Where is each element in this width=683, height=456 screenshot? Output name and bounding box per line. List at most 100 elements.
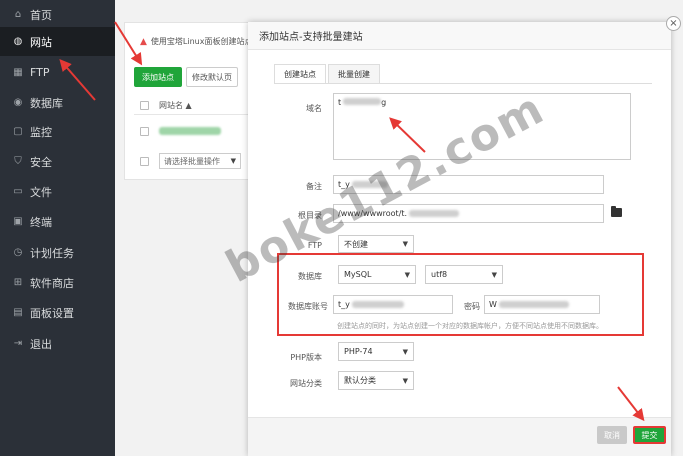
ftp-select[interactable]: 不创建 ▼ <box>338 235 414 253</box>
batch-select[interactable]: 请选择批量操作 ▼ <box>159 153 241 169</box>
redacted-site-name <box>159 127 221 135</box>
folder-icon: ▭ <box>13 186 23 197</box>
sidebar-item-label: 数据库 <box>30 96 63 110</box>
tab-create-site[interactable]: 创建站点 <box>274 64 326 84</box>
warning-text: 使用宝塔Linux面板创建站点 <box>150 37 252 46</box>
sidebar-item-database[interactable]: ◉ 数据库 <box>0 88 115 117</box>
category-select[interactable]: 默认分类 ▼ <box>338 371 414 390</box>
sidebar-item-label: 面板设置 <box>30 306 74 320</box>
monitor-icon: ▢ <box>13 126 23 137</box>
ftp-select-value: 不创建 <box>344 239 368 249</box>
database-charset-value: utf8 <box>431 270 448 279</box>
sidebar-item-label: 监控 <box>30 125 52 139</box>
row-checkbox[interactable] <box>140 126 149 136</box>
database-password-input[interactable]: W <box>484 295 600 314</box>
folder-open-icon[interactable] <box>611 206 622 217</box>
domain-textarea[interactable]: tg <box>333 93 631 160</box>
sidebar-item-logout[interactable]: ⇥ 退出 <box>0 329 115 358</box>
database-hint: 创建站点的同时，为站点创建一个对应的数据库帐户，方便不同站点使用不同数据库。 <box>337 322 603 330</box>
sidebar-item-store[interactable]: ⊞ 软件商店 <box>0 268 115 297</box>
php-version-value: PHP-74 <box>344 347 373 356</box>
sidebar-item-label: FTP <box>30 66 50 79</box>
logout-icon: ⇥ <box>13 338 23 349</box>
default-page-button[interactable]: 修改默认页 <box>186 67 238 87</box>
remark-label: 备注 <box>306 182 322 191</box>
remark-value: t_y <box>338 180 350 189</box>
database-type-value: MySQL <box>344 270 372 279</box>
sidebar-item-home[interactable]: ⌂ 首页 <box>0 0 115 29</box>
sidebar-item-ftp[interactable]: ▦ FTP <box>0 58 115 87</box>
category-value: 默认分类 <box>344 376 376 385</box>
batch-actions: 请选择批量操作 ▼ <box>134 152 248 170</box>
redacted-db-user <box>351 301 404 308</box>
sidebar-item-label: 文件 <box>30 185 52 199</box>
modal-title: 添加站点-支持批量建站 <box>259 32 363 43</box>
sidebar: ⌂ 首页 ◍ 网站 ▦ FTP ◉ 数据库 ▢ 监控 ⛉ 安全 ▭ 文件 ▣ 终… <box>0 0 115 456</box>
database-charset-select[interactable]: utf8 ▼ <box>425 265 503 284</box>
redacted-remark <box>351 181 388 188</box>
php-version-select[interactable]: PHP-74 ▼ <box>338 342 414 361</box>
root-dir-value: /www/wwwroot/t. <box>338 209 408 218</box>
chevron-down-icon: ▼ <box>491 270 497 279</box>
database-user-label: 数据库账号 <box>288 302 328 311</box>
sidebar-item-label: 首页 <box>30 8 52 22</box>
domain-value-end: g <box>381 98 387 107</box>
grid-icon: ⊞ <box>13 277 23 288</box>
clock-icon: ◷ <box>13 247 23 258</box>
tabs-divider <box>274 83 652 84</box>
terminal-icon: ▣ <box>13 216 23 227</box>
chevron-down-icon: ▼ <box>402 376 408 385</box>
close-icon[interactable]: × <box>666 16 681 31</box>
sidebar-item-label: 退出 <box>30 337 52 351</box>
redacted-root <box>409 210 460 217</box>
warning-icon: ▲ <box>140 36 147 47</box>
chevron-down-icon: ▼ <box>404 270 410 279</box>
remark-input[interactable]: t_y <box>333 175 604 194</box>
sidebar-item-settings[interactable]: ▤ 面板设置 <box>0 298 115 327</box>
sidebar-item-label: 安全 <box>30 155 52 169</box>
database-user-value: t_y <box>338 300 350 309</box>
warning-banner: ▲ 使用宝塔Linux面板创建站点 <box>140 36 252 47</box>
database-password-value: W <box>489 300 497 309</box>
shield-icon: ⛉ <box>14 156 22 167</box>
sidebar-item-label: 软件商店 <box>30 276 74 290</box>
add-site-button[interactable]: 添加站点 <box>134 67 182 87</box>
submit-button[interactable]: 提交 <box>633 426 666 444</box>
ftp-label: FTP <box>307 241 322 250</box>
chevron-down-icon: ▼ <box>402 240 408 248</box>
tab-batch-create[interactable]: 批量创建 <box>328 64 380 84</box>
domain-label: 域名 <box>306 104 322 113</box>
redacted-db-password <box>498 301 569 308</box>
sidebar-item-label: 终端 <box>30 215 52 229</box>
root-dir-input[interactable]: /www/wwwroot/t. <box>333 204 604 223</box>
column-site-name[interactable]: 网站名 ▲ <box>159 100 192 111</box>
ftp-icon: ▦ <box>13 67 23 78</box>
database-label: 数据库 <box>298 272 322 281</box>
php-version-label: PHP版本 <box>290 353 322 362</box>
chevron-down-icon: ▼ <box>230 157 236 165</box>
sidebar-item-files[interactable]: ▭ 文件 <box>0 177 115 206</box>
modal-header: 添加站点-支持批量建站 <box>248 22 671 50</box>
sidebar-item-terminal[interactable]: ▣ 终端 <box>0 207 115 236</box>
settings-icon: ▤ <box>13 307 23 318</box>
redacted-domain <box>343 98 382 105</box>
cancel-button[interactable]: 取消 <box>597 426 627 444</box>
add-site-modal: 添加站点-支持批量建站 <box>248 22 671 456</box>
batch-select-placeholder: 请选择批量操作 <box>164 156 220 166</box>
sidebar-item-cron[interactable]: ◷ 计划任务 <box>0 238 115 267</box>
sidebar-item-website[interactable]: ◍ 网站 <box>0 27 115 56</box>
home-icon: ⌂ <box>14 9 22 20</box>
sidebar-item-monitor[interactable]: ▢ 监控 <box>0 117 115 146</box>
category-label: 网站分类 <box>290 379 322 388</box>
root-dir-label: 根目录 <box>298 211 322 220</box>
modal-tabs: 创建站点 批量创建 <box>274 64 382 84</box>
sidebar-item-label: 计划任务 <box>30 246 74 260</box>
batch-checkbox[interactable] <box>140 156 149 166</box>
sidebar-item-security[interactable]: ⛉ 安全 <box>0 147 115 176</box>
globe-icon: ◍ <box>13 36 23 47</box>
table-row[interactable] <box>134 121 248 141</box>
domain-value-start: t <box>338 98 342 107</box>
table-header: 网站名 ▲ <box>134 97 248 115</box>
database-type-select[interactable]: MySQL ▼ <box>338 265 416 284</box>
select-all-checkbox[interactable] <box>140 101 149 110</box>
